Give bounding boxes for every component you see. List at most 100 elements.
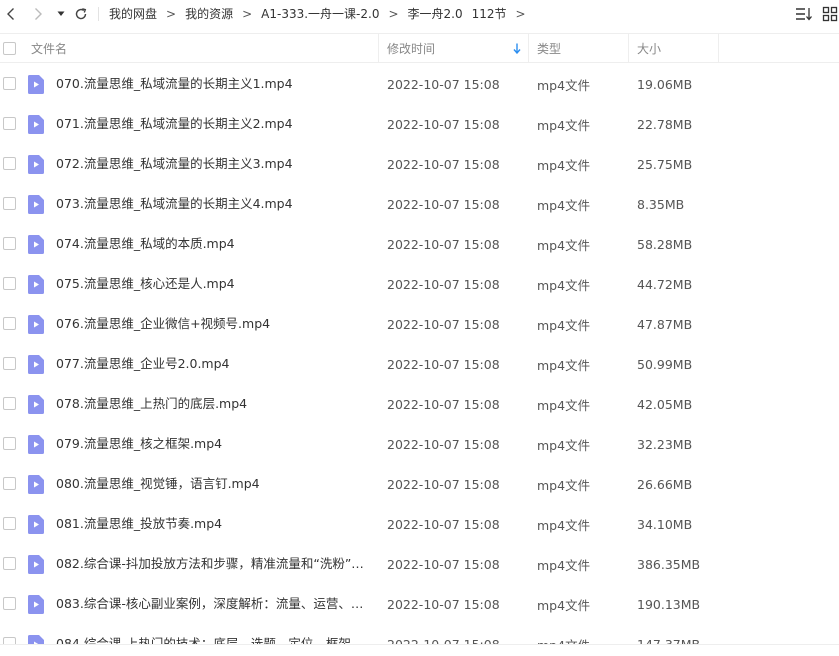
column-divider[interactable] (528, 34, 529, 63)
file-size: 50.99MB (637, 356, 693, 372)
breadcrumb-item-my-drive[interactable]: 我的网盘 (109, 5, 157, 22)
file-row[interactable]: 079.流量思维_核之框架.mp4 2022-10-07 15:08 mp4文件 32… (0, 424, 839, 464)
video-file-icon (28, 435, 44, 454)
file-size: 44.72MB (637, 276, 693, 292)
video-file-icon (28, 155, 44, 174)
file-row[interactable]: 070.流量思维_私域流量的长期主义1.mp4 2022-10-07 15:08 m… (0, 64, 839, 104)
file-name[interactable]: 070.流量思维_私域流量的长期主义1.mp4 (56, 64, 364, 104)
file-type: mp4文件 (537, 357, 591, 373)
row-checkbox[interactable] (3, 77, 16, 90)
row-checkbox[interactable] (3, 637, 16, 644)
grid-icon[interactable] (820, 4, 839, 24)
breadcrumb: 我的网盘 > 我的资源 > A1-333.一舟一课-2.0 > 李一舟2.0 1… (109, 5, 535, 22)
row-checkbox[interactable] (3, 237, 16, 250)
video-file-icon (28, 635, 44, 644)
file-type: mp4文件 (537, 117, 591, 133)
file-row[interactable]: 074.流量思维_私域的本质.mp4 2022-10-07 15:08 mp4文件 5… (0, 224, 839, 264)
file-list-header: 文件名 修改时间 类型 大小 (0, 33, 839, 63)
video-file-icon (28, 515, 44, 534)
file-type: mp4文件 (537, 557, 591, 573)
file-modified-time: 2022-10-07 15:08 (387, 476, 500, 492)
file-size: 42.05MB (637, 396, 693, 412)
file-name[interactable]: 080.流量思维_视觉锤，语言钉.mp4 (56, 464, 364, 504)
file-type: mp4文件 (537, 397, 591, 413)
file-size: 147.37MB (637, 636, 701, 645)
breadcrumb-separator: > (242, 6, 253, 21)
column-header-modified[interactable]: 修改时间 (387, 34, 527, 63)
row-checkbox[interactable] (3, 317, 16, 330)
file-size: 386.35MB (637, 556, 701, 572)
file-name[interactable]: 083.综合课-核心副业案例，深度解析：流量、运营、服… (56, 584, 364, 624)
file-row[interactable]: 081.流量思维_投放节奏.mp4 2022-10-07 15:08 mp4文件 34… (0, 504, 839, 544)
file-row[interactable]: 075.流量思维_核心还是人.mp4 2022-10-07 15:08 mp4文件 4… (0, 264, 839, 304)
file-name[interactable]: 072.流量思维_私域流量的长期主义3.mp4 (56, 144, 364, 184)
file-row[interactable]: 071.流量思维_私域流量的长期主义2.mp4 2022-10-07 15:08 m… (0, 104, 839, 144)
file-row[interactable]: 078.流量思维_上热门的底层.mp4 2022-10-07 15:08 mp4文件… (0, 384, 839, 424)
file-modified-time: 2022-10-07 15:08 (387, 156, 500, 172)
column-header-name[interactable]: 文件名 (31, 34, 376, 63)
file-row[interactable]: 073.流量思维_私域流量的长期主义4.mp4 2022-10-07 15:08 m… (0, 184, 839, 224)
row-checkbox[interactable] (3, 597, 16, 610)
column-divider[interactable] (718, 34, 719, 63)
chevron-left-icon[interactable] (0, 0, 22, 27)
select-all-checkbox[interactable] (3, 42, 16, 55)
file-name[interactable]: 082.综合课-抖加投放方法和步骤，精准流量和“洗粉”…. (56, 544, 364, 584)
breadcrumb-item-my-resources[interactable]: 我的资源 (185, 5, 233, 22)
file-modified-time: 2022-10-07 15:08 (387, 356, 500, 372)
file-type: mp4文件 (537, 237, 591, 253)
row-checkbox[interactable] (3, 437, 16, 450)
file-row[interactable]: 083.综合课-核心副业案例，深度解析：流量、运营、服… 2022-10-07 1… (0, 584, 839, 624)
file-row[interactable]: 084.综合课-上热门的技术：底层、选题、定位、框架… 2022-10-07 15… (0, 624, 839, 644)
file-modified-time: 2022-10-07 15:08 (387, 116, 500, 132)
file-name[interactable]: 077.流量思维_企业号2.0.mp4 (56, 344, 364, 384)
column-divider[interactable] (628, 34, 629, 63)
file-type: mp4文件 (537, 517, 591, 533)
file-row[interactable]: 076.流量思维_企业微信+视频号.mp4 2022-10-07 15:08 mp4… (0, 304, 839, 344)
row-checkbox[interactable] (3, 197, 16, 210)
file-row[interactable]: 080.流量思维_视觉锤，语言钉.mp4 2022-10-07 15:08 mp4文… (0, 464, 839, 504)
row-checkbox[interactable] (3, 517, 16, 530)
file-name[interactable]: 078.流量思维_上热门的底层.mp4 (56, 384, 364, 424)
file-name[interactable]: 084.综合课-上热门的技术：底层、选题、定位、框架… (56, 624, 364, 644)
chevron-right-icon[interactable] (26, 0, 50, 27)
column-header-size[interactable]: 大小 (637, 34, 717, 63)
file-modified-time: 2022-10-07 15:08 (387, 436, 500, 452)
file-name[interactable]: 076.流量思维_企业微信+视频号.mp4 (56, 304, 364, 344)
sort-list-icon[interactable] (794, 4, 814, 24)
file-name[interactable]: 073.流量思维_私域流量的长期主义4.mp4 (56, 184, 364, 224)
row-checkbox[interactable] (3, 477, 16, 490)
row-checkbox[interactable] (3, 117, 16, 130)
file-name[interactable]: 079.流量思维_核之框架.mp4 (56, 424, 364, 464)
column-divider[interactable] (378, 34, 379, 63)
file-size: 19.06MB (637, 76, 693, 92)
row-checkbox[interactable] (3, 277, 16, 290)
breadcrumb-item-112-lessons[interactable]: 112节 (472, 5, 507, 22)
video-file-icon (28, 235, 44, 254)
row-checkbox[interactable] (3, 357, 16, 370)
file-type: mp4文件 (537, 477, 591, 493)
row-checkbox[interactable] (3, 157, 16, 170)
file-modified-time: 2022-10-07 15:08 (387, 76, 500, 92)
file-name[interactable]: 071.流量思维_私域流量的长期主义2.mp4 (56, 104, 364, 144)
file-row[interactable]: 072.流量思维_私域流量的长期主义3.mp4 2022-10-07 15:08 m… (0, 144, 839, 184)
file-name[interactable]: 075.流量思维_核心还是人.mp4 (56, 264, 364, 304)
column-header-type[interactable]: 类型 (537, 34, 627, 63)
toolbar: 我的网盘 > 我的资源 > A1-333.一舟一课-2.0 > 李一舟2.0 1… (0, 0, 839, 27)
breadcrumb-item-li-yizhou[interactable]: 李一舟2.0 (408, 5, 463, 22)
refresh-icon[interactable] (70, 0, 92, 27)
file-name[interactable]: 081.流量思维_投放节奏.mp4 (56, 504, 364, 544)
file-type: mp4文件 (537, 597, 591, 613)
breadcrumb-item-course-folder[interactable]: A1-333.一舟一课-2.0 (261, 5, 379, 22)
file-size: 8.35MB (637, 196, 685, 212)
caret-down-icon[interactable] (54, 0, 68, 27)
file-row[interactable]: 077.流量思维_企业号2.0.mp4 2022-10-07 15:08 mp4文件… (0, 344, 839, 384)
file-modified-time: 2022-10-07 15:08 (387, 196, 500, 212)
row-checkbox[interactable] (3, 557, 16, 570)
breadcrumb-separator: > (515, 6, 526, 21)
row-checkbox[interactable] (3, 397, 16, 410)
file-name[interactable]: 074.流量思维_私域的本质.mp4 (56, 224, 364, 264)
video-file-icon (28, 355, 44, 374)
file-row[interactable]: 082.综合课-抖加投放方法和步骤，精准流量和“洗粉”…. 2022-10-07 … (0, 544, 839, 584)
breadcrumb-separator: > (166, 6, 177, 21)
file-type: mp4文件 (537, 197, 591, 213)
